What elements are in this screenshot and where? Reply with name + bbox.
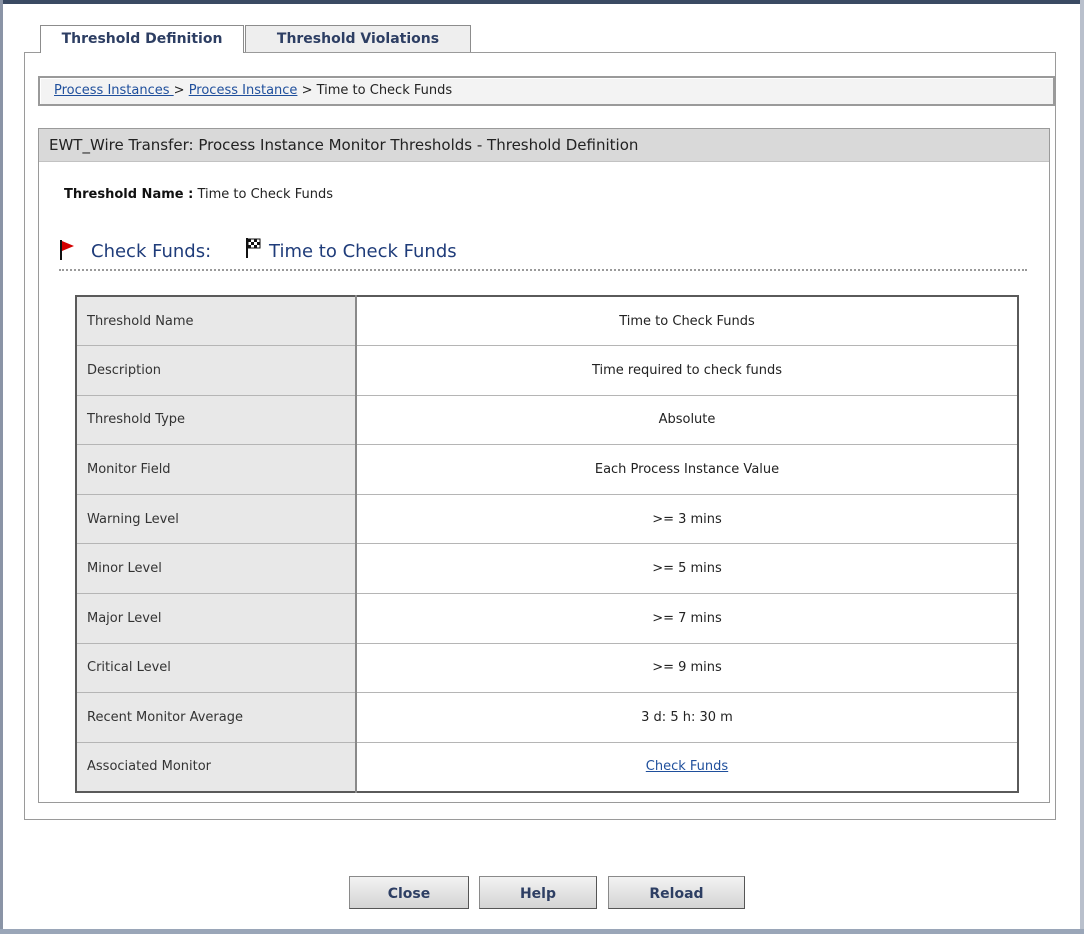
window-right-border <box>1080 0 1084 934</box>
row-value: 3 d: 5 h: 30 m <box>355 692 1019 743</box>
red-flag-icon <box>59 239 75 266</box>
table-row: Major Level >= 7 mins <box>75 593 1019 644</box>
tab-threshold-violations[interactable]: Threshold Violations <box>245 25 471 52</box>
row-label: Recent Monitor Average <box>75 692 357 743</box>
row-label: Minor Level <box>75 543 357 595</box>
flag-start-label: Check Funds: <box>91 241 212 262</box>
threshold-definition-panel: EWT_Wire Transfer: Process Instance Moni… <box>38 128 1050 803</box>
row-value: >= 7 mins <box>355 593 1019 644</box>
threshold-name-label: Threshold Name : <box>64 187 194 202</box>
table-row: Description Time required to check funds <box>75 345 1019 396</box>
row-label: Warning Level <box>75 493 357 545</box>
row-value: >= 5 mins <box>355 543 1019 595</box>
row-label: Description <box>75 345 357 396</box>
table-row: Critical Level >= 9 mins <box>75 642 1019 694</box>
table-row: Monitor Field Each Process Instance Valu… <box>75 444 1019 495</box>
table-row: Recent Monitor Average 3 d: 5 h: 30 m <box>75 692 1019 743</box>
row-value: >= 9 mins <box>355 642 1019 694</box>
table-row: Warning Level >= 3 mins <box>75 493 1019 545</box>
breadcrumb: Process Instances > Process Instance > T… <box>38 76 1055 106</box>
help-button[interactable]: Help <box>479 876 597 909</box>
checkered-flag-icon <box>245 237 263 264</box>
table-row: Threshold Name Time to Check Funds <box>75 295 1019 347</box>
row-value: Each Process Instance Value <box>355 444 1019 495</box>
reload-button[interactable]: Reload <box>608 876 745 909</box>
close-button[interactable]: Close <box>349 876 469 909</box>
row-label: Major Level <box>75 593 357 644</box>
window-top-border <box>0 0 1084 4</box>
row-label: Monitor Field <box>75 444 357 495</box>
associated-monitor-link[interactable]: Check Funds <box>646 759 728 774</box>
breadcrumb-separator: > <box>173 83 189 98</box>
threshold-name-line: Threshold Name : Time to Check Funds <box>64 187 333 202</box>
row-label: Critical Level <box>75 642 357 694</box>
table-row: Threshold Type Absolute <box>75 394 1019 446</box>
table-row: Minor Level >= 5 mins <box>75 543 1019 595</box>
breadcrumb-link-process-instances[interactable]: Process Instances <box>54 83 174 98</box>
tab-threshold-definition[interactable]: Threshold Definition <box>40 25 244 53</box>
threshold-definition-table: Threshold Name Time to Check Funds Descr… <box>75 295 1019 793</box>
row-label: Associated Monitor <box>75 741 357 793</box>
flag-heading: Check Funds: Time to Check Funds <box>59 237 1027 271</box>
row-value: Absolute <box>355 394 1019 446</box>
row-value: >= 3 mins <box>355 493 1019 545</box>
row-label: Threshold Type <box>75 394 357 446</box>
window-left-border <box>0 0 3 934</box>
row-label: Threshold Name <box>75 295 357 347</box>
flag-end-label: Time to Check Funds <box>269 241 457 262</box>
breadcrumb-separator: > <box>297 83 317 98</box>
window-bottom-border <box>0 929 1084 934</box>
table-row: Associated Monitor Check Funds <box>75 741 1019 793</box>
breadcrumb-current: Time to Check Funds <box>316 83 453 98</box>
panel-title: EWT_Wire Transfer: Process Instance Moni… <box>39 129 1049 162</box>
breadcrumb-link-process-instance[interactable]: Process Instance <box>189 83 298 98</box>
row-value: Time to Check Funds <box>355 295 1019 347</box>
threshold-name-value: Time to Check Funds <box>197 187 333 202</box>
row-value: Time required to check funds <box>355 345 1019 396</box>
row-value: Check Funds <box>355 741 1019 793</box>
